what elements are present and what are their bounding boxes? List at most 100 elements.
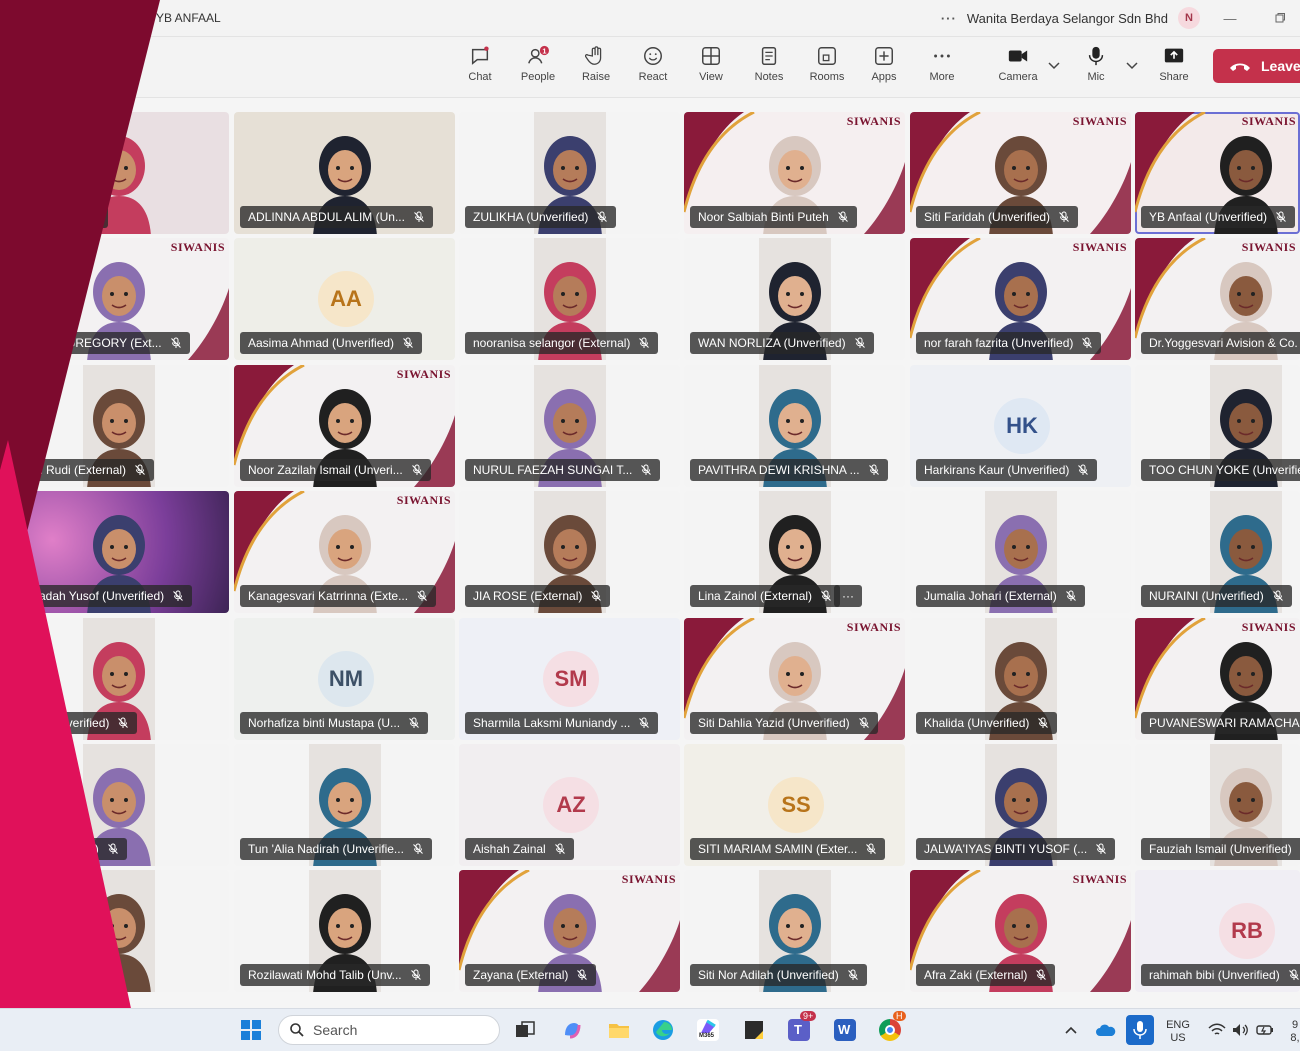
participant-tile[interactable]: TOO CHUN YOKE (Unverified)	[1135, 365, 1300, 487]
notes-icon	[758, 45, 780, 67]
participant-tile[interactable]: SIWANISAfra Zaki (External)	[910, 870, 1131, 992]
org-avatar[interactable]: N	[1178, 7, 1200, 29]
more-button[interactable]: More	[914, 45, 970, 93]
people-icon: 1	[527, 45, 549, 67]
participant-tile[interactable]: SIWANISKanagesvari Katrrinna (Exte...	[234, 491, 455, 613]
camera-button[interactable]: Camera	[990, 45, 1046, 93]
sticky-notes-icon[interactable]	[743, 1019, 765, 1041]
participant-tile[interactable]: SIWANISSiti Dahlia Yazid (Unverified)	[684, 618, 905, 740]
participant-tile[interactable]: AAAasima Ahmad (Unverified)	[234, 238, 455, 360]
participant-tile[interactable]: Tun 'Alia Nadirah (Unverifie...	[234, 744, 455, 866]
participant-tile[interactable]: Fauziah Ismail (Unverified)	[1135, 744, 1300, 866]
mic-muted-icon	[413, 211, 425, 223]
participant-name: Siti Dahlia Yazid (Unverified)	[698, 712, 850, 734]
participant-tile[interactable]: nooranisa selangor (External)	[459, 238, 680, 360]
participant-tile[interactable]: SIWANISSiti Faridah (Unverified)	[910, 112, 1131, 234]
mic-muted-icon	[854, 337, 866, 349]
participant-name-label: JALWA'IYAS BINTI YUSOF (...	[916, 838, 1115, 860]
participant-tile[interactable]: Lina Zainol (External)···	[684, 491, 905, 613]
people-button[interactable]: 1 People	[510, 45, 566, 93]
leave-button[interactable]: Leave	[1213, 49, 1300, 83]
wifi-icon[interactable]	[1208, 1023, 1226, 1037]
task-view-icon[interactable]	[514, 1019, 536, 1041]
mic-muted-icon	[416, 590, 428, 602]
participant-tile[interactable]: JALWA'IYAS BINTI YUSOF (...	[910, 744, 1131, 866]
volume-icon[interactable]	[1232, 1023, 1250, 1037]
participant-tile[interactable]: AZAishah Zainal	[459, 744, 680, 866]
participant-name-label: nor farah fazrita (Unverified)	[916, 332, 1101, 354]
share-button[interactable]: Share	[1146, 45, 1202, 93]
minimize-button[interactable]: —	[1210, 11, 1250, 26]
title-more-icon[interactable]: ···	[941, 11, 957, 26]
participant-name: Jumalia Johari (External)	[924, 585, 1057, 607]
participant-tile[interactable]: NURAINI (Unverified)	[1135, 491, 1300, 613]
react-button[interactable]: React	[625, 45, 681, 93]
participant-tile[interactable]: SIWANISYB Anfaal (Unverified)	[1135, 112, 1300, 234]
chevron-up-icon[interactable]	[1064, 1023, 1078, 1037]
participant-name-label: PUVANESWARI RAMACHA...	[1141, 712, 1300, 734]
camera-chevron-down-icon[interactable]	[1046, 57, 1062, 73]
raise-hand-button[interactable]: Raise	[568, 45, 624, 93]
participant-tile[interactable]: ADLINNA ABDUL ALIM (Un...	[234, 112, 455, 234]
participant-name-label: ZULIKHA (Unverified)	[465, 206, 616, 228]
participant-tile[interactable]: Rozilawati Mohd Talib (Unv...	[234, 870, 455, 992]
participant-name: YB Anfaal (Unverified)	[1149, 206, 1267, 228]
participant-tile[interactable]: SIWANIS nor farah fazrita (Unverified)	[910, 238, 1131, 360]
chat-button[interactable]: Chat	[452, 45, 508, 93]
battery-icon[interactable]	[1256, 1023, 1274, 1037]
participant-tile[interactable]: JIA ROSE (External)	[459, 491, 680, 613]
participant-tile[interactable]: SIWANISDr.Yoggesvari Avision & Co.	[1135, 238, 1300, 360]
apps-button[interactable]: Apps	[856, 45, 912, 93]
input-language[interactable]: ENG US	[1162, 1019, 1194, 1045]
participant-tile[interactable]: SIWANISZayana (External)	[459, 870, 680, 992]
onedrive-icon[interactable]	[1096, 1023, 1116, 1037]
view-button[interactable]: View	[683, 45, 739, 93]
participant-tile[interactable]: SIWANISPUVANESWARI RAMACHA...	[1135, 618, 1300, 740]
participant-name: SITI MARIAM SAMIN (Exter...	[698, 838, 857, 860]
participant-name: nooranisa selangor (External)	[473, 332, 630, 354]
participant-tile[interactable]: NMNorhafiza binti Mustapa (U...	[234, 618, 455, 740]
participant-tile[interactable]: NURUL FAEZAH SUNGAI T...	[459, 365, 680, 487]
mic-muted-icon	[1077, 464, 1089, 476]
mic-button[interactable]: Mic	[1068, 45, 1124, 93]
taskbar-search[interactable]: Search	[278, 1015, 500, 1045]
file-explorer-icon[interactable]	[608, 1019, 630, 1041]
participant-name: TOO CHUN YOKE (Unverified)	[1149, 459, 1300, 481]
mic-muted-icon	[411, 464, 423, 476]
mic-chevron-down-icon[interactable]	[1124, 57, 1140, 73]
restore-icon[interactable]	[1260, 11, 1300, 26]
participant-tile[interactable]: SIWANISNoor Salbiah Binti Puteh	[684, 112, 905, 234]
participant-tile[interactable]: ZULIKHA (Unverified)	[459, 112, 680, 234]
windows-start-icon[interactable]	[240, 1019, 262, 1041]
participant-name-label: Afra Zaki (External)	[916, 964, 1055, 986]
word-icon[interactable]: W	[834, 1019, 856, 1041]
participant-tile[interactable]: SSSITI MARIAM SAMIN (Exter...	[684, 744, 905, 866]
participant-tile[interactable]: SIWANISNoor Zazilah Ismail (Unveri...	[234, 365, 455, 487]
participant-name: ZULIKHA (Unverified)	[473, 206, 588, 228]
participant-tile[interactable]: RBrahimah bibi (Unverified)	[1135, 870, 1300, 992]
participant-name-label: NURUL FAEZAH SUNGAI T...	[465, 459, 660, 481]
rooms-button[interactable]: Rooms	[799, 45, 855, 93]
participant-tile[interactable]: Jumalia Johari (External)	[910, 491, 1131, 613]
brand-logo-text: SIWANIS	[1073, 240, 1127, 255]
participant-tile[interactable]: Siti Nor Adilah (Unverified)	[684, 870, 905, 992]
participant-tile[interactable]: PAVITHRA DEWI KRISHNA ...	[684, 365, 905, 487]
participant-tile[interactable]: WAN NORLIZA (Unverified)	[684, 238, 905, 360]
participant-tile[interactable]: Khalida (Unverified)	[910, 618, 1131, 740]
participant-tile[interactable]: SMSharmila Laksmi Muniandy ...	[459, 618, 680, 740]
participant-more-options-button[interactable]: ···	[834, 585, 862, 607]
teams-icon[interactable]: T 9+	[788, 1019, 810, 1041]
participant-name-label: Noor Salbiah Binti Puteh	[690, 206, 857, 228]
chrome-icon[interactable]: H	[879, 1019, 901, 1041]
m365-icon[interactable]: M365	[697, 1019, 719, 1041]
copilot-icon[interactable]	[561, 1019, 583, 1041]
notes-button[interactable]: Notes	[741, 45, 797, 93]
participant-avatar: SM	[543, 651, 599, 707]
microphone-tray-icon[interactable]	[1126, 1015, 1154, 1045]
edge-icon[interactable]	[652, 1019, 674, 1041]
participant-name: Rozilawati Mohd Talib (Unv...	[248, 964, 402, 986]
hang-up-icon	[1229, 60, 1251, 72]
mic-muted-icon	[596, 211, 608, 223]
participant-tile[interactable]: HKHarkirans Kaur (Unverified)	[910, 365, 1131, 487]
clock[interactable]: 9 8,	[1290, 1019, 1300, 1045]
